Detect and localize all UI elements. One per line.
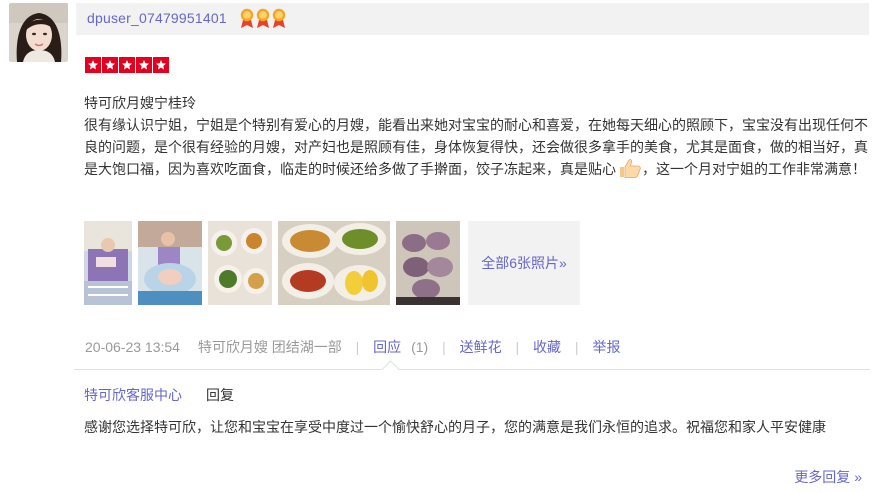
photo-dumplings xyxy=(396,221,460,305)
review-photos xyxy=(84,221,460,305)
star-icon xyxy=(153,57,169,73)
merchant-reply: 特可欣客服中心 回复 感谢您选择特可欣，让您和宝宝在享受中度过一个愉快舒心的月子… xyxy=(74,360,870,493)
reviewer-medals xyxy=(240,8,286,28)
separator: | xyxy=(574,339,579,355)
separator: | xyxy=(355,339,360,355)
reviewer-username[interactable]: dpuser_07479951401 xyxy=(87,10,227,26)
review-content: 特可欣月嫂宁桂玲 很有缘认识宁姐，宁姐是个特别有爱心的月嫂，能看出来她对宝宝的耐… xyxy=(84,92,870,180)
photo-meal xyxy=(278,221,390,305)
review-title: 特可欣月嫂宁桂玲 xyxy=(84,95,196,111)
photo-thumbnail[interactable] xyxy=(208,221,272,305)
reply-count: (1) xyxy=(411,339,429,355)
photo-dishes xyxy=(208,221,272,305)
star-icon xyxy=(119,57,135,73)
star-icon xyxy=(85,57,101,73)
shop-name[interactable]: 特可欣月嫂 团结湖一部 xyxy=(198,337,342,357)
star-icon xyxy=(136,57,152,73)
medal-icon xyxy=(256,8,270,28)
send-flower-button[interactable]: 送鲜花 xyxy=(460,337,502,357)
star-icon xyxy=(102,57,118,73)
thumbs-up-icon xyxy=(620,159,641,178)
medal-icon xyxy=(272,8,286,28)
photo-thumbnail[interactable] xyxy=(396,221,460,305)
photo-thumbnail[interactable] xyxy=(278,221,390,305)
reviewer-avatar[interactable] xyxy=(9,3,68,62)
reply-button[interactable]: 回应 xyxy=(373,337,401,357)
merchant-reply-tag: 回复 xyxy=(206,387,234,403)
photo-thumbnail[interactable] xyxy=(84,221,132,305)
reply-pointer xyxy=(381,360,400,379)
report-button[interactable]: 举报 xyxy=(592,337,620,357)
user-avatar-icon xyxy=(9,3,68,62)
star-rating xyxy=(85,57,169,73)
review-meta: 20-06-23 13:54 特可欣月嫂 团结湖一部 | 回应 (1) | 送鲜… xyxy=(85,337,620,357)
photo-baby-bath xyxy=(138,221,202,305)
photo-thumbnail[interactable] xyxy=(138,221,202,305)
all-photos-link[interactable]: 全部6张照片» xyxy=(468,221,580,305)
medal-icon xyxy=(240,8,254,28)
review-body: 很有缘认识宁姐，宁姐是个特别有爱心的月嫂，能看出来她对宝宝的耐心和喜爱，在她每天… xyxy=(84,114,870,180)
photo-baby-room xyxy=(84,221,132,305)
review-body-part2: ，这一个月对宁姐的工作非常满意！ xyxy=(642,161,866,177)
more-replies-link[interactable]: 更多回复 » xyxy=(794,467,862,487)
review-date: 20-06-23 13:54 xyxy=(85,339,180,355)
separator: | xyxy=(442,339,446,355)
separator: | xyxy=(515,339,520,355)
merchant-reply-author[interactable]: 特可欣客服中心 xyxy=(84,385,182,405)
merchant-reply-text: 感谢您选择特可欣，让您和宝宝在享受中度过一个愉快舒心的月子，您的满意是我们永恒的… xyxy=(84,419,826,435)
favorite-button[interactable]: 收藏 xyxy=(533,337,561,357)
review-header: dpuser_07479951401 xyxy=(76,3,869,35)
